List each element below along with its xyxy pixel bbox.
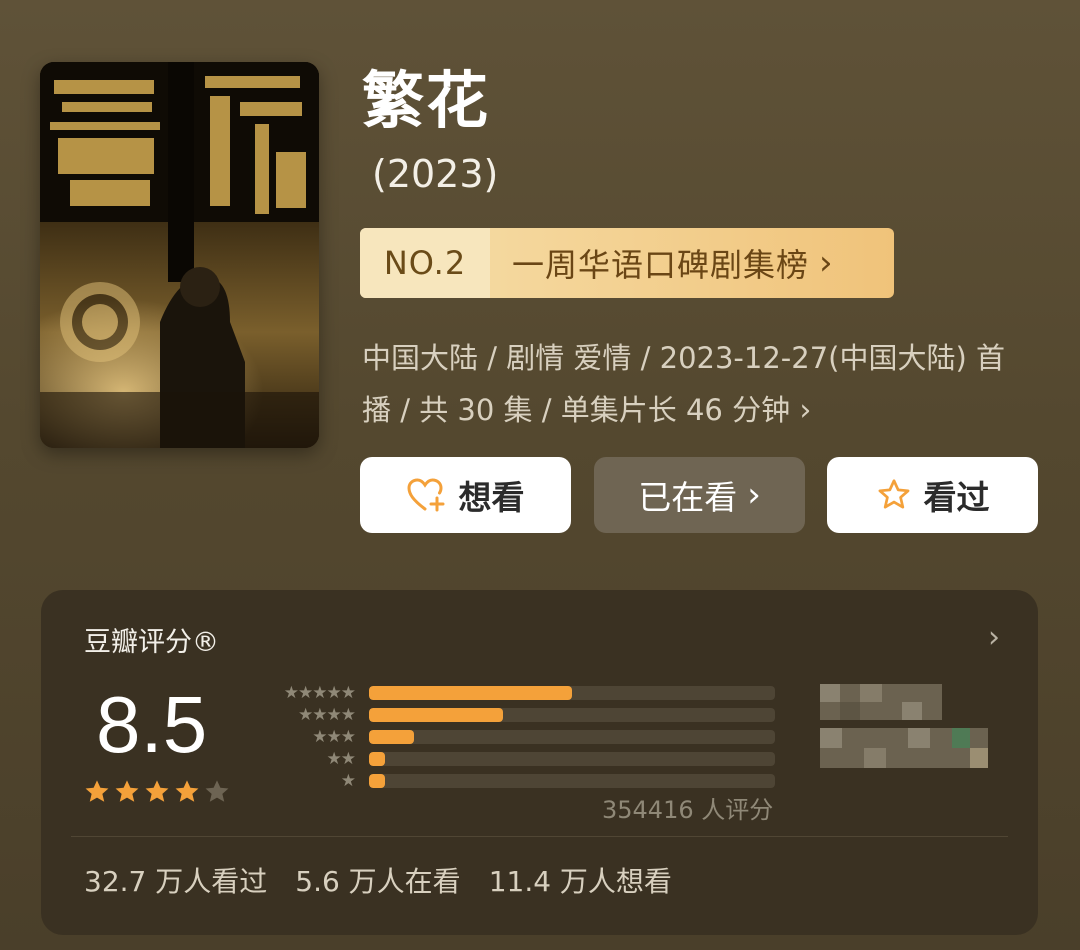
rank-number: NO.2 (360, 228, 490, 298)
rating-card-title: 豆瓣评分® (84, 627, 219, 658)
stat-watching: 5.6 万人在看 (295, 865, 461, 898)
star-full-icon (85, 780, 109, 802)
meta-line-2-wrap: 播 / 共 30 集 / 单集片长 46 分钟 › (362, 384, 1042, 437)
dist-bar-4 (369, 708, 503, 722)
poster-image[interactable] (40, 62, 319, 448)
rating-distribution: ★★★★★ ★★★★ ★★★ ★★ ★ (255, 682, 775, 792)
dist-bar-5 (369, 686, 572, 700)
show-title: 繁花 (362, 64, 491, 137)
dist-bar-track (369, 774, 775, 788)
rating-count: 354416 人评分 (602, 796, 774, 824)
star-full-icon (145, 780, 169, 802)
rating-card[interactable]: 豆瓣评分® › 8.5 ★★★★★ ★★★★ ★★★ ★★ ★ 354416 人… (41, 590, 1038, 935)
want-to-watch-button[interactable]: 想看 (360, 457, 571, 533)
dist-bar-1 (369, 774, 386, 788)
five-stars-icon: ★★★★★ (283, 683, 356, 703)
star-empty-icon (205, 780, 229, 802)
rating-score: 8.5 (96, 680, 208, 769)
chevron-right-icon: › (799, 393, 812, 428)
stat-want: 11.4 万人想看 (488, 865, 672, 898)
stat-watched: 32.7 万人看过 (84, 865, 268, 898)
dist-bar-2 (369, 752, 386, 766)
divider (71, 836, 1008, 837)
want-to-watch-label: 想看 (458, 478, 525, 517)
dist-bar-track (369, 752, 775, 766)
heart-plus-icon (406, 477, 447, 513)
dist-bar-track (369, 708, 775, 722)
dist-bar-track (369, 686, 775, 700)
watching-button[interactable]: 已在看 › (594, 457, 805, 533)
dist-row-3: ★★★ (255, 726, 775, 748)
four-stars-icon: ★★★★ (298, 705, 356, 725)
dist-bar-3 (369, 730, 414, 744)
meta-line-2: 播 / 共 30 集 / 单集片长 46 分钟 (362, 393, 791, 427)
one-star-icon: ★ (340, 771, 356, 791)
poster-art (40, 62, 319, 448)
two-stars-icon: ★★ (326, 749, 356, 769)
watch-stats: 32.7 万人看过 5.6 万人在看 11.4 万人想看 (84, 860, 672, 900)
star-full-icon (175, 780, 199, 802)
watching-label: 已在看 (638, 478, 738, 517)
dist-row-4: ★★★★ (255, 704, 775, 726)
dist-row-5: ★★★★★ (255, 682, 775, 704)
dist-bar-track (369, 730, 775, 744)
three-stars-icon: ★★★ (312, 727, 356, 747)
show-year: (2023) (372, 152, 499, 196)
rank-label-wrap: 一周华语口碑剧集榜 › (490, 228, 894, 298)
chevron-right-icon: › (819, 243, 834, 283)
blurred-text-icon (820, 684, 942, 720)
show-meta[interactable]: 中国大陆 / 剧情 爱情 / 2023-12-27(中国大陆) 首 播 / 共 … (362, 332, 1042, 437)
rank-label: 一周华语口碑剧集榜 (512, 246, 810, 284)
star-full-icon (115, 780, 139, 802)
rating-stars (83, 778, 231, 806)
dist-row-1: ★ (255, 770, 775, 792)
chevron-right-icon[interactable]: › (988, 620, 1000, 655)
dist-row-2: ★★ (255, 748, 775, 770)
meta-line-1: 中国大陆 / 剧情 爱情 / 2023-12-27(中国大陆) 首 (362, 341, 1006, 375)
watched-label: 看过 (923, 478, 990, 517)
blurred-text-icon (820, 728, 988, 768)
watched-button[interactable]: 看过 (827, 457, 1038, 533)
chevron-right-icon: › (747, 475, 761, 515)
star-icon (876, 477, 912, 513)
ranking-badge[interactable]: NO.2 一周华语口碑剧集榜 › (360, 228, 894, 298)
